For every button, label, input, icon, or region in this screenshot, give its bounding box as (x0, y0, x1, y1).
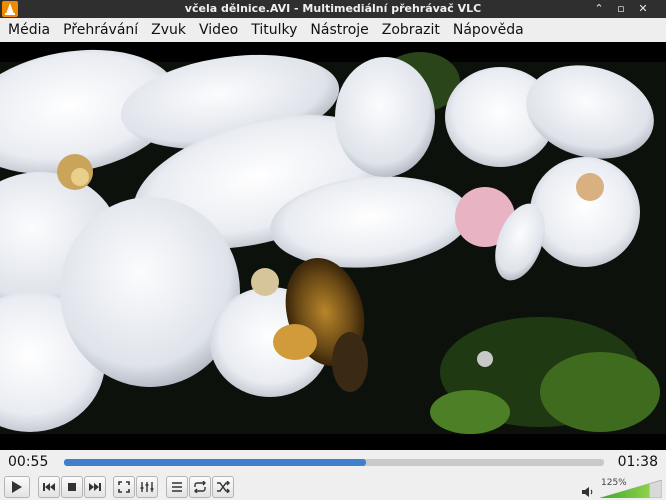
fullscreen-icon (118, 481, 130, 493)
menu-bar: Média Přehrávání Zvuk Video Titulky Nást… (0, 18, 666, 42)
previous-button[interactable] (38, 476, 60, 498)
play-button[interactable] (4, 476, 30, 498)
equalizer-icon (140, 482, 154, 492)
menu-media[interactable]: Média (8, 22, 50, 38)
playlist-button[interactable] (166, 476, 188, 498)
total-time[interactable]: 01:38 (618, 454, 658, 470)
window-title: včela dělnice.AVI - Multimediální přehrá… (184, 2, 482, 15)
extended-settings-button[interactable] (136, 476, 158, 498)
menu-tools[interactable]: Nástroje (310, 22, 368, 38)
speaker-icon[interactable] (581, 486, 595, 498)
loop-button[interactable] (189, 476, 211, 498)
shuffle-icon (217, 481, 230, 493)
seek-progress (64, 459, 367, 466)
menu-subtitles[interactable]: Titulky (251, 22, 297, 38)
menu-help[interactable]: Nápověda (453, 22, 524, 38)
stop-button[interactable] (61, 476, 83, 498)
skip-previous-icon (43, 483, 55, 491)
fullscreen-button[interactable] (113, 476, 135, 498)
menu-view[interactable]: Zobrazit (382, 22, 440, 38)
video-frame (0, 42, 666, 450)
title-bar: včela dělnice.AVI - Multimediální přehrá… (0, 0, 666, 18)
skip-next-icon (89, 483, 101, 491)
menu-playback[interactable]: Přehrávání (63, 22, 138, 38)
shuffle-button[interactable] (212, 476, 234, 498)
volume-slider[interactable] (600, 480, 662, 498)
elapsed-time: 00:55 (8, 454, 49, 470)
loop-icon (194, 481, 206, 493)
play-icon (12, 481, 22, 493)
minimize-button[interactable]: ⌃ (592, 2, 606, 16)
volume-level (600, 480, 650, 498)
next-button[interactable] (84, 476, 106, 498)
playlist-icon (172, 482, 182, 492)
menu-video[interactable]: Video (199, 22, 238, 38)
menu-audio[interactable]: Zvuk (151, 22, 186, 38)
controls-bar (0, 474, 666, 500)
maximize-button[interactable]: ▫ (614, 2, 628, 16)
video-area[interactable] (0, 42, 666, 450)
close-button[interactable]: ✕ (636, 2, 650, 16)
seek-slider[interactable] (64, 459, 604, 466)
stop-icon (68, 483, 76, 491)
